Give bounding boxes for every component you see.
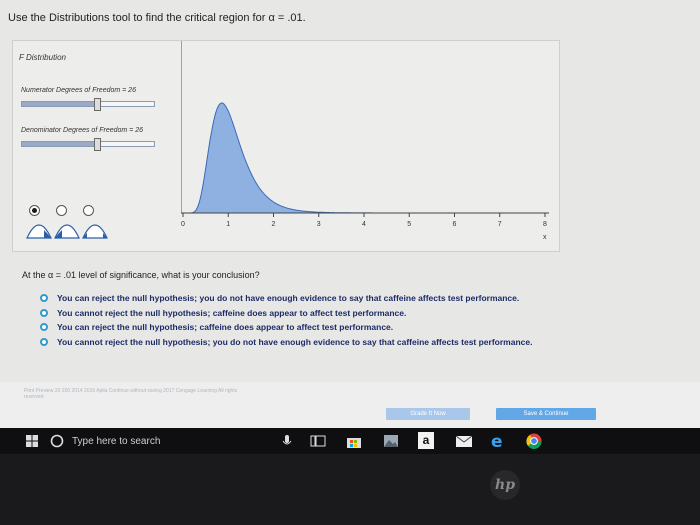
option-radio[interactable]: [40, 294, 48, 303]
conclusion-alpha: α: [48, 270, 54, 280]
x-tick-label: 6: [453, 221, 457, 228]
windows-taskbar: Type here to search a e: [0, 428, 700, 454]
f-density-curve: [183, 102, 545, 214]
question-text: Use the Distributions tool to find the c…: [8, 12, 306, 24]
denominator-df-slider[interactable]: [21, 138, 155, 151]
distribution-title: F Distribution: [19, 53, 66, 62]
svg-text:e: e: [491, 433, 503, 449]
x-axis-label: x: [543, 234, 547, 241]
photos-icon[interactable]: [384, 435, 398, 447]
right-tail-icon[interactable]: [26, 224, 52, 239]
question-prefix: Use the Distributions tool to find the c…: [8, 12, 266, 24]
hp-logo-icon: hp: [490, 470, 520, 500]
x-tick-label: 1: [226, 221, 230, 228]
numerator-df-slider[interactable]: [21, 98, 155, 111]
answer-options: You can reject the null hypothesis; you …: [40, 291, 532, 349]
x-tick-label: 7: [498, 221, 502, 228]
radio-left-tail[interactable]: [56, 205, 67, 216]
option-text: You cannot reject the null hypothesis; y…: [57, 336, 533, 347]
save-continue-button[interactable]: Save & Continue: [496, 408, 596, 420]
two-tail-icon[interactable]: [82, 224, 108, 239]
conclusion-prompt: At the α = .01 level of significance, wh…: [22, 270, 260, 280]
answer-option-3[interactable]: You can reject the null hypothesis; caff…: [40, 320, 532, 335]
x-tick-label: 8: [543, 221, 547, 228]
radio-right-tail[interactable]: [29, 205, 40, 216]
store-bag-icon[interactable]: [346, 434, 362, 449]
option-radio[interactable]: [40, 337, 48, 346]
x-tick-label: 5: [407, 221, 411, 228]
grade-it-now-button[interactable]: Grade It Now: [386, 408, 470, 420]
option-text: You cannot reject the null hypothesis; c…: [57, 307, 407, 318]
answer-option-2[interactable]: You cannot reject the null hypothesis; c…: [40, 306, 532, 321]
chrome-icon[interactable]: [526, 433, 542, 449]
distributions-tool: F Distribution Numerator Degrees of Free…: [12, 40, 560, 252]
task-view-icon[interactable]: [310, 435, 326, 447]
search-placeholder: Type here to search: [72, 435, 161, 447]
numerator-slider-thumb[interactable]: [94, 98, 101, 111]
radio-two-tail[interactable]: [83, 205, 94, 216]
x-tick-label: 2: [272, 221, 276, 228]
left-tail-icon[interactable]: [54, 224, 80, 239]
option-radio[interactable]: [40, 308, 48, 317]
question-suffix: = .01.: [277, 12, 306, 24]
conclusion-prefix: At the: [22, 270, 46, 280]
denominator-slider-thumb[interactable]: [94, 138, 101, 151]
amazon-icon[interactable]: a: [418, 432, 434, 449]
x-tick-label: 4: [362, 221, 366, 228]
f-distribution-chart: 0 1 2 3 4 5 6 7 8 x: [181, 41, 549, 241]
browser-content: Use the Distributions tool to find the c…: [0, 0, 700, 428]
cortana-icon: [50, 434, 64, 448]
denominator-df-label: Denominator Degrees of Freedom = 26: [21, 127, 143, 134]
x-tick-label: 3: [317, 221, 321, 228]
x-tick-label: 0: [181, 221, 185, 228]
option-radio[interactable]: [40, 323, 48, 332]
numerator-df-label: Numerator Degrees of Freedom = 26: [21, 87, 136, 94]
answer-option-1[interactable]: You can reject the null hypothesis; you …: [40, 291, 532, 306]
numerator-slider-fill: [22, 102, 96, 106]
windows-start-icon[interactable]: [26, 435, 38, 447]
footer-fine-print: Print Preview 20 200 2014 2016 Aplia Con…: [24, 388, 238, 400]
denominator-slider-fill: [22, 142, 96, 146]
edge-browser-icon[interactable]: e: [490, 433, 506, 449]
mail-icon[interactable]: [456, 435, 472, 447]
alpha-symbol: α: [268, 12, 275, 24]
option-text: You can reject the null hypothesis; you …: [57, 293, 520, 304]
tail-type-icons: [26, 224, 108, 239]
microphone-icon[interactable]: [282, 435, 292, 448]
option-text: You can reject the null hypothesis; caff…: [57, 322, 394, 333]
page-footer: Print Preview 20 200 2014 2016 Aplia Con…: [0, 382, 700, 428]
conclusion-suffix: = .01 level of significance, what is you…: [55, 270, 260, 280]
answer-option-4[interactable]: You cannot reject the null hypothesis; y…: [40, 335, 532, 350]
taskbar-search[interactable]: Type here to search: [50, 428, 160, 454]
tail-mode-radios: [29, 205, 94, 216]
